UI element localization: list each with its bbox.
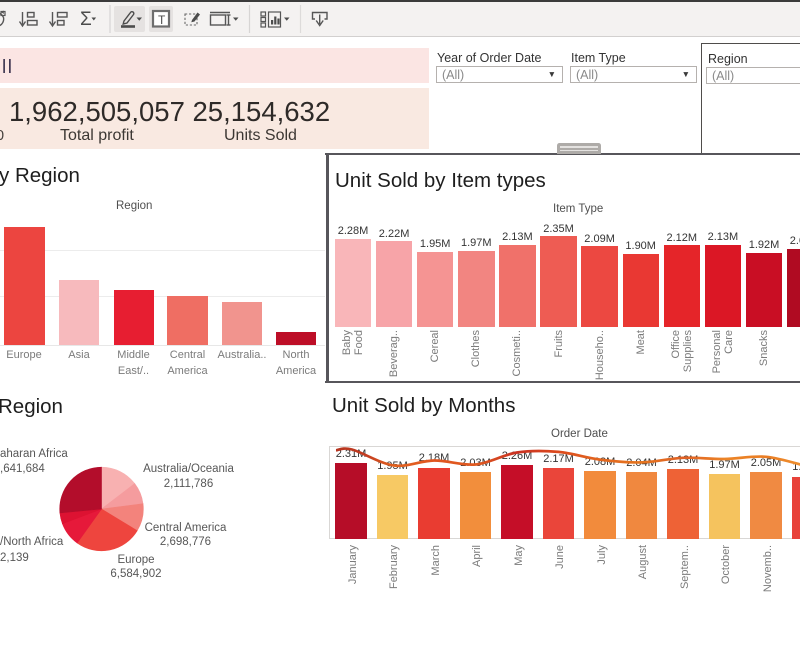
svg-text:Σ: Σ — [80, 9, 92, 30]
svg-text:T: T — [158, 13, 166, 27]
